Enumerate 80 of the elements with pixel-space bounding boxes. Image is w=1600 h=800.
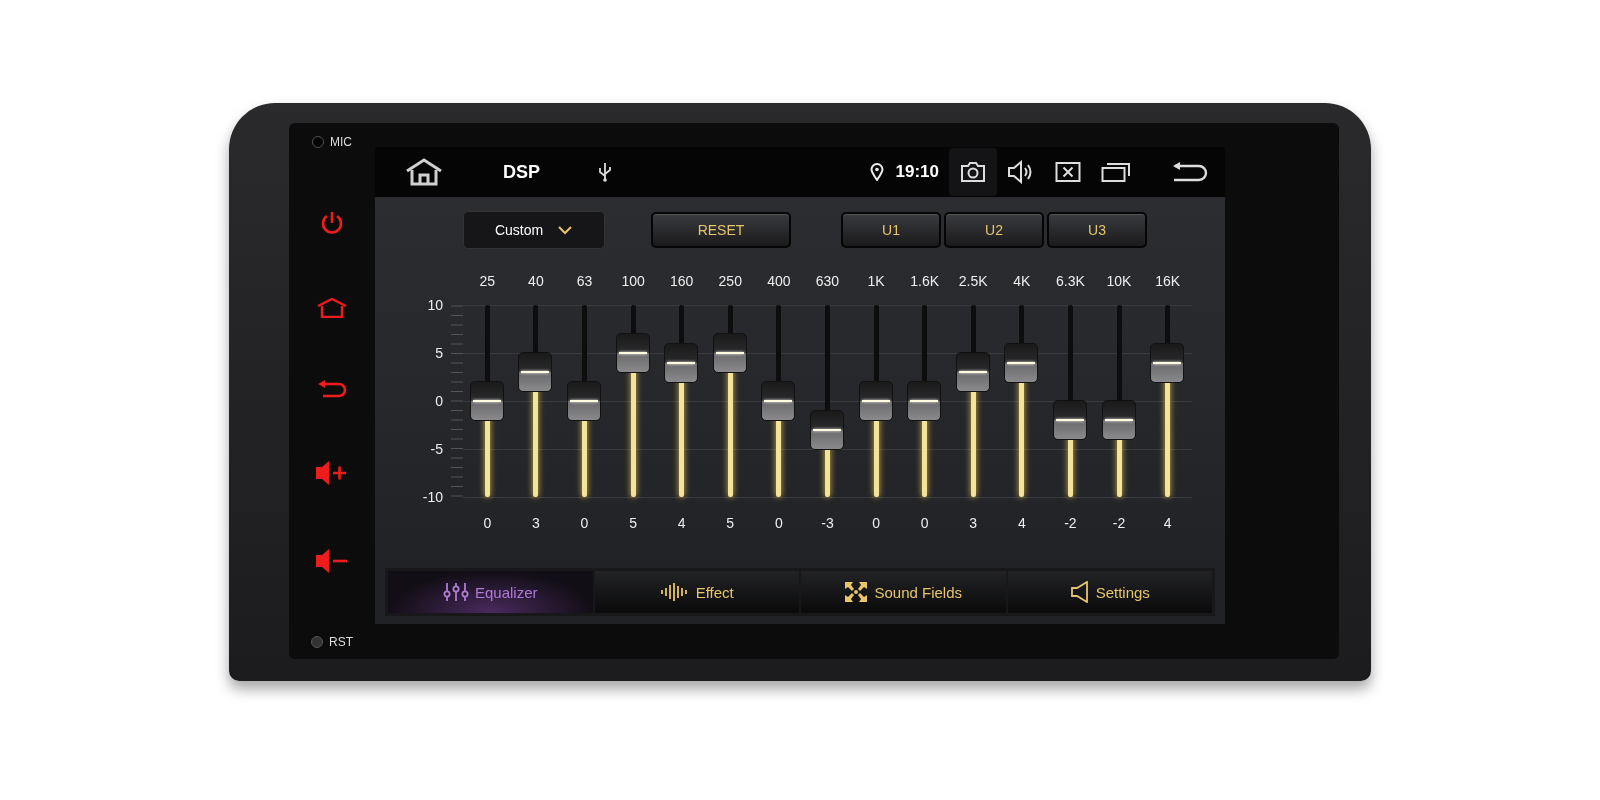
frequency-label: 160 [669,273,695,289]
gain-value: -2 [1063,515,1078,531]
user-preset-button[interactable]: U1 [841,212,941,248]
volume-down-icon[interactable] [315,547,349,574]
gain-value: 5 [725,515,736,531]
slider-thumb[interactable] [1052,400,1087,441]
gain-axis-label: -5 [430,441,443,457]
frequency-label: 16K [1154,273,1182,289]
speaker-icon [1069,581,1090,603]
gain-value: 3 [968,515,979,531]
gain-axis-label: -10 [422,489,443,505]
microphone-hole-icon [312,136,324,148]
screen-title: DSP [503,161,540,183]
slider-thumb[interactable] [809,409,844,450]
gain-value: -3 [820,515,835,531]
tab[interactable]: Settings [1007,571,1212,613]
location-pin-icon [869,163,884,181]
mic-label: MIC [330,135,352,149]
slider-thumb[interactable] [567,381,601,421]
tab[interactable]: Equalizer [388,571,593,613]
gain-value: 0 [482,515,493,531]
slider-thumb[interactable] [664,342,699,383]
frequency-label: 630 [814,273,841,289]
frequency-label: 100 [620,273,646,289]
slider-thumb[interactable] [858,381,893,421]
preset-dropdown[interactable]: Custom [463,211,605,249]
screenshot-button[interactable] [949,148,997,196]
volume-up-icon[interactable] [315,460,349,487]
home-icon[interactable] [405,158,443,186]
gain-value: 4 [676,515,687,531]
slider-thumb[interactable] [955,352,990,393]
clock-time: 19:10 [895,162,939,182]
gain-axis-label: 0 [435,393,443,409]
slider-thumb[interactable] [907,381,942,421]
gain-axis-label: 10 [427,297,443,313]
frequency-label: 40 [527,273,545,289]
gain-value: 0 [871,515,881,531]
slider-thumb[interactable] [518,352,553,393]
gain-value: 0 [919,515,930,531]
gain-value: 0 [579,515,590,531]
gain-axis-label: 5 [435,345,443,361]
chevron-down-icon [557,225,574,235]
frequency-label: 1K [866,273,886,289]
camera-icon [960,161,986,183]
recent-apps-icon[interactable] [1101,161,1131,183]
frequency-label: 10K [1105,273,1133,289]
gain-value: 5 [628,515,638,531]
gain-value: -2 [1111,515,1127,531]
reset-button[interactable]: RESET [651,212,791,248]
waveform-icon [659,582,690,602]
usb-icon [598,162,612,182]
frequency-label: 6.3K [1055,273,1086,289]
frequency-label: 63 [575,273,594,289]
power-icon[interactable] [319,210,345,237]
slider-thumb[interactable] [615,333,650,373]
frequency-label: 250 [717,273,743,289]
gain-value: 4 [1162,515,1173,531]
frequency-label: 25 [478,273,497,289]
equalizer-icon [442,582,469,602]
gain-value: 0 [773,515,784,531]
slider-thumb[interactable] [1101,400,1136,441]
frequency-label: 400 [766,273,792,289]
close-window-icon[interactable] [1055,161,1081,183]
slider-thumb[interactable] [1004,342,1039,383]
user-preset-button[interactable]: U3 [1047,212,1147,248]
slider-thumb[interactable] [761,381,796,421]
slider-thumb[interactable] [712,333,747,373]
frequency-label: 2.5K [957,273,989,289]
frequency-label: 4K [1012,273,1032,289]
back-icon[interactable] [1171,161,1209,183]
gain-value: 3 [531,515,541,531]
user-preset-button[interactable]: U2 [944,212,1044,248]
rst-label: RST [329,634,353,649]
tab[interactable]: Effect [594,571,799,613]
frequency-label: 1.6K [909,273,941,289]
tab[interactable]: Sound Fields [801,571,1006,613]
gain-value: 4 [1016,515,1027,531]
slider-thumb[interactable] [469,381,504,421]
slider-thumb[interactable] [1150,342,1185,383]
sound-fields-icon [844,581,869,603]
